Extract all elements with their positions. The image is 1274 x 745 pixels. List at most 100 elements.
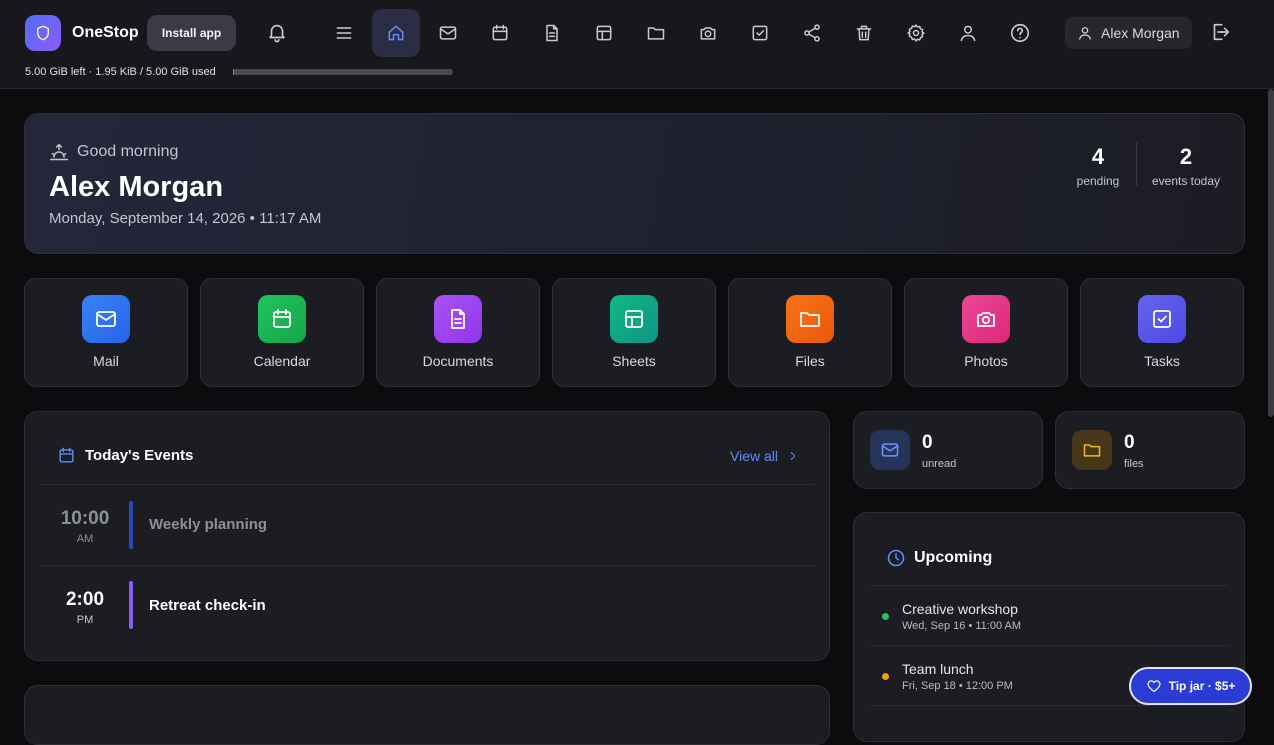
view-all-link[interactable]: View all [730,448,800,464]
logout-button[interactable] [1209,21,1231,43]
nav-files[interactable] [632,9,680,57]
divider [41,484,814,485]
user-menu-button[interactable]: Alex Morgan [1065,17,1192,49]
mini-icon-box [870,430,910,470]
tile-calendar[interactable]: Calendar [200,278,364,387]
unread-mail-card[interactable]: 0 unread [853,411,1043,489]
sunrise-icon [49,142,69,162]
user-icon [958,23,978,43]
nav-sheets[interactable] [580,9,628,57]
tile-icon-box [1138,295,1186,343]
tile-icon-box [610,295,658,343]
events-today-stat: 2 events today [1149,144,1223,188]
nav-help[interactable] [996,9,1044,57]
nav-tasks[interactable] [736,9,784,57]
pending-count: 4 [1075,144,1121,170]
events-today-label: events today [1149,174,1223,188]
tile-icon-box [962,295,1010,343]
document-icon [446,307,470,331]
top-bar: OneStop Install app [0,0,1274,89]
menu-icon [334,23,354,43]
upcoming-heading: Upcoming [886,548,992,568]
nav-home[interactable] [372,9,420,57]
divider [870,645,1229,646]
divider [870,705,1229,706]
scrollbar[interactable] [1268,89,1274,417]
nav-settings[interactable] [892,9,940,57]
sheet-icon [594,23,614,43]
folder-icon [1082,440,1102,460]
storage-bar [233,69,453,75]
trash-icon [854,23,874,43]
upcoming-item-date: Fri, Sep 18 • 12:00 PM [902,680,1013,692]
upcoming-item-title: Team lunch [902,661,974,677]
gear-icon [906,23,926,43]
nav-documents[interactable] [528,9,576,57]
greeting-text: Good morning [77,143,178,161]
tile-photos[interactable]: Photos [904,278,1068,387]
sheet-icon [622,307,646,331]
clock-icon [886,548,906,568]
status-dot [882,613,889,620]
tile-icon-box [434,295,482,343]
home-icon [386,23,406,43]
calendar-icon [490,23,510,43]
user-display-name: Alex Morgan [49,171,223,204]
help-icon [1009,22,1031,44]
tile-sheets[interactable]: Sheets [552,278,716,387]
tile-tasks[interactable]: Tasks [1080,278,1244,387]
bell-icon [266,21,288,43]
tip-jar-button[interactable]: Tip jar · $5+ [1129,667,1252,705]
view-all-label: View all [730,448,778,464]
mail-icon [438,23,458,43]
upcoming-card: Upcoming Creative workshop Wed, Sep 16 •… [853,512,1245,742]
tile-label: Tasks [1081,353,1243,369]
tile-label: Mail [25,353,187,369]
upcoming-item-title: Creative workshop [902,601,1018,617]
logout-icon [1209,21,1231,43]
camera-icon [974,307,998,331]
nav-profile[interactable] [944,9,992,57]
storage-text: 5.00 GiB left · 1.95 KiB / 5.00 GiB used [25,66,216,78]
event-time: 2:00 PM [55,589,115,626]
tip-jar-label: Tip jar · $5+ [1169,679,1236,693]
nav-menu[interactable] [320,9,368,57]
events-title: Today's Events [85,447,193,464]
tile-files[interactable]: Files [728,278,892,387]
event-time-value: 10:00 [55,508,115,530]
nav-calendar[interactable] [476,9,524,57]
pending-stat: 4 pending [1075,144,1121,188]
event-title: Retreat check-in [149,597,266,614]
shield-icon [34,24,52,42]
tile-documents[interactable]: Documents [376,278,540,387]
tile-mail[interactable]: Mail [24,278,188,387]
checkbox-icon [1150,307,1174,331]
event-time-value: 2:00 [55,589,115,611]
divider [870,585,1229,586]
unread-label: unread [922,458,956,470]
document-icon [542,23,562,43]
chevron-right-icon [786,449,800,463]
files-card[interactable]: 0 files [1055,411,1245,489]
nav-mail[interactable] [424,9,472,57]
nav-photos[interactable] [684,9,732,57]
tile-label: Photos [905,353,1067,369]
tile-label: Sheets [553,353,715,369]
events-heading: Today's Events [57,446,193,465]
nav-share[interactable] [788,9,836,57]
app-logo[interactable] [25,15,61,51]
files-label: files [1124,458,1144,470]
event-ampm: AM [55,533,115,545]
folder-icon [646,23,666,43]
event-color-bar [129,501,133,549]
mini-icon-box [1072,430,1112,470]
calendar-icon [57,446,76,465]
greeting: Good morning [49,142,178,162]
stat-divider [1136,142,1137,186]
next-card [24,685,830,745]
heart-icon [1146,678,1162,694]
install-app-button[interactable]: Install app [147,15,236,51]
notifications-button[interactable] [266,21,288,43]
nav-trash[interactable] [840,9,888,57]
tile-icon-box [82,295,130,343]
